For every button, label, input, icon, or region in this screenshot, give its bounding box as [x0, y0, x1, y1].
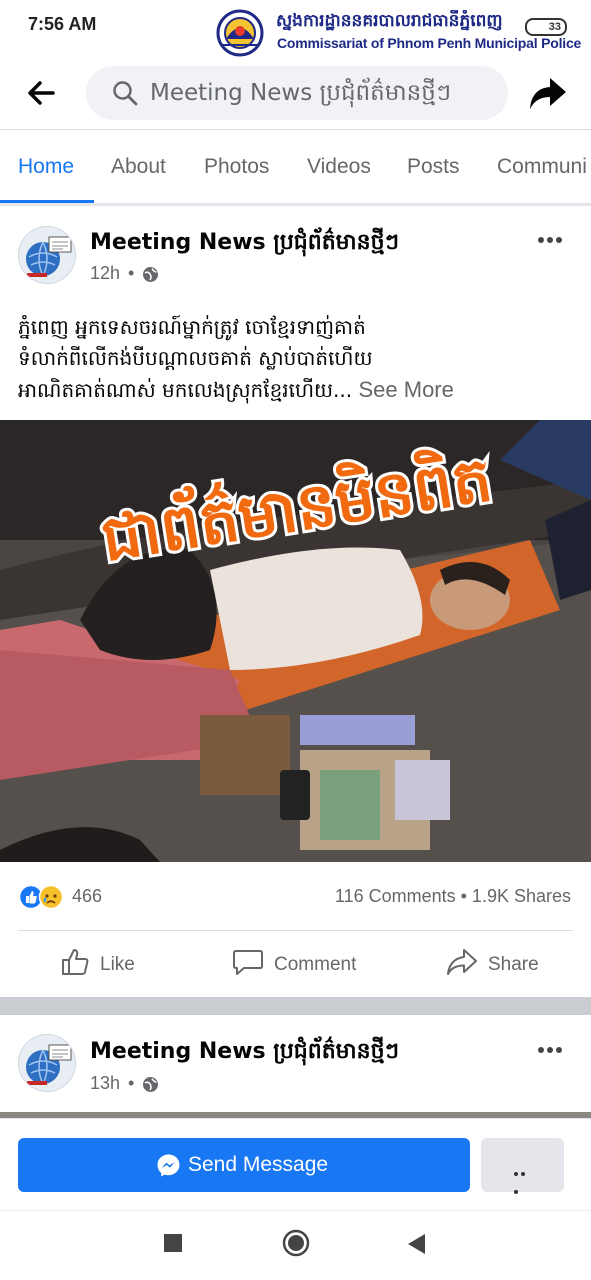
search-query: Meeting News ប្រជុំព័ត៌មានថ្មីៗ — [150, 80, 452, 106]
system-nav-bar — [0, 1210, 591, 1280]
like-label: Like — [100, 954, 135, 975]
send-message-button[interactable]: Send Message — [18, 1138, 470, 1192]
overlay-text: ជាព័ត៌មានមិនពិត — [96, 438, 497, 576]
like-button[interactable]: Like — [60, 946, 150, 986]
watermark-english-text: Commissariat of Phnom Penh Municipal Pol… — [277, 35, 582, 51]
post-text-line-content: អាណិតគាត់ណាស់ មកលេងស្រុកខ្មែរហើយ... — [18, 378, 353, 402]
actions-divider — [18, 930, 573, 931]
back-arrow-icon[interactable] — [26, 78, 56, 108]
comment-bubble-icon — [233, 950, 263, 975]
police-emblem-icon — [216, 9, 264, 57]
battery-indicator: 33 — [525, 18, 567, 36]
facebook-page-screen: 7:56 AM ស្នងការដ្ឋាននគរបាលរាជធានីភ្នំពេញ… — [0, 0, 591, 1280]
page-avatar[interactable] — [18, 226, 76, 284]
time-separator-dot: • — [128, 263, 135, 283]
tab-posts[interactable]: Posts — [407, 155, 460, 179]
tab-photos[interactable]: Photos — [204, 155, 269, 179]
comment-label: Comment — [274, 954, 357, 975]
page-header: Meeting News ប្រជុំព័ត៌មានថ្មីៗ — [0, 58, 591, 130]
news-globe-icon — [26, 236, 72, 277]
recent-apps-icon[interactable] — [163, 1233, 183, 1253]
like-sad-reaction-icons — [18, 884, 64, 910]
reaction-count: 466 — [72, 886, 103, 906]
more-options-button[interactable] — [481, 1138, 564, 1194]
public-globe-icon — [143, 1077, 158, 1092]
page-name[interactable]: Meeting News ប្រជុំព័ត៌មានថ្មីៗ — [90, 228, 399, 260]
share-label: Share — [488, 954, 539, 975]
send-message-bar: Send Message — [0, 1118, 591, 1210]
post-separator — [0, 997, 591, 1015]
back-triangle-icon[interactable] — [406, 1233, 426, 1255]
tab-community[interactable]: Communi — [497, 155, 587, 179]
status-bar: 7:56 AM ស្នងការដ្ឋាននគរបាលរាជធានីភ្នំពេញ… — [0, 0, 591, 58]
post-photo[interactable]: ជាព័ត៌មានមិនពិត ជាព័ត៌មានមិនពិត — [0, 420, 591, 862]
time-separator-dot: • — [128, 1073, 135, 1093]
status-time: 7:56 AM — [28, 14, 97, 34]
page-tabs: Home About Photos Videos Posts Communi — [0, 131, 591, 204]
thumbs-up-icon — [62, 949, 89, 975]
public-globe-icon — [143, 267, 158, 282]
watermark-khmer-text: ស្នងការដ្ឋាននគរបាលរាជធានីភ្នំពេញ — [276, 11, 503, 31]
tab-home[interactable]: Home — [18, 155, 74, 179]
page-name[interactable]: Meeting News ប្រជុំព័ត៌មានថ្មីៗ — [90, 1037, 399, 1069]
comments-shares-count[interactable]: 116 Comments • 1.9K Shares — [335, 886, 571, 907]
post-timestamp[interactable]: 12h — [90, 263, 120, 284]
news-globe-icon — [26, 1044, 72, 1085]
tabs-divider — [0, 203, 591, 206]
share-button[interactable]: Share — [446, 946, 546, 986]
messenger-icon — [157, 1154, 180, 1177]
see-more-link[interactable]: See More — [358, 377, 453, 402]
post-timestamp[interactable]: 13h — [90, 1073, 120, 1094]
share-arrow-outline-icon — [447, 949, 477, 975]
post-text-line: ភ្នំពេញ អ្នកទេសចរណ៍ម្នាក់ត្រូវ ចោខ្មែរទា… — [18, 315, 366, 339]
page-avatar[interactable] — [18, 1034, 76, 1092]
fake-news-stamp: ជាព័ត៌មានមិនពិត ជាព័ត៌មានមិនពិត — [93, 435, 500, 579]
tab-videos[interactable]: Videos — [307, 155, 371, 179]
more-dots-icon — [514, 1163, 534, 1194]
send-message-label: Send Message — [188, 1153, 329, 1176]
search-field[interactable]: Meeting News ប្រជុំព័ត៌មានថ្មីៗ — [86, 66, 508, 120]
post-text-line: ទំលាក់ពីលើកង់បីបណ្ដាលចគាត់ ស្លាប់បាត់ហើយ — [18, 346, 373, 370]
home-circle-icon[interactable] — [282, 1229, 310, 1257]
post-text-line: អាណិតគាត់ណាស់ មកលេងស្រុកខ្មែរហើយ... See … — [18, 374, 578, 406]
tab-about[interactable]: About — [111, 155, 166, 179]
post-body-text: ភ្នំពេញ អ្នកទេសចរណ៍ម្នាក់ត្រូវ ចោខ្មែរទា… — [18, 312, 578, 406]
search-icon — [113, 81, 138, 106]
comment-button[interactable]: Comment — [232, 946, 362, 986]
post-options-button[interactable] — [538, 1040, 568, 1054]
share-arrow-icon[interactable] — [528, 74, 568, 112]
reaction-summary[interactable]: 466 116 Comments • 1.9K Shares — [0, 876, 591, 920]
post-options-button[interactable] — [538, 230, 568, 244]
